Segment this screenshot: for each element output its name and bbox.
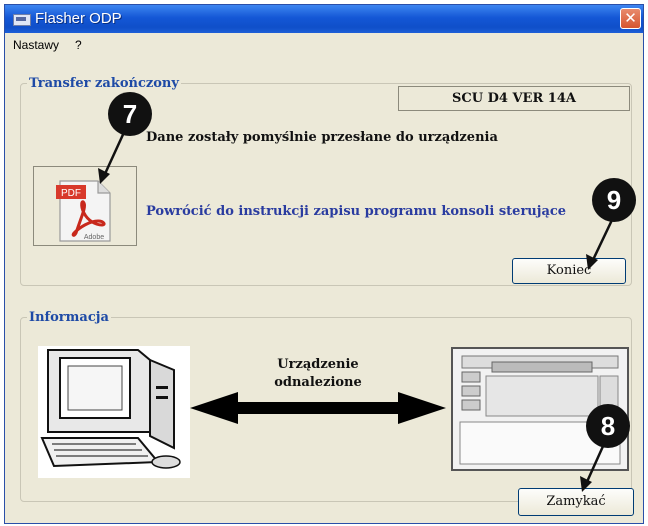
success-message: Dane zostały pomyślnie przesłane do urzą…: [146, 130, 498, 145]
end-button[interactable]: Koniec: [512, 258, 626, 284]
pdf-document-button[interactable]: PDF Adobe: [33, 166, 137, 246]
callout-9: 9: [592, 178, 636, 222]
computer-illustration: [38, 346, 190, 478]
app-icon: [13, 14, 31, 26]
instructions-link[interactable]: Powrócić do instrukcji zapisu programu k…: [146, 204, 566, 219]
transfer-legend: Transfer zakończony: [29, 76, 179, 91]
menu-item-nastawy[interactable]: Nastawy: [13, 38, 59, 52]
pdf-icon: PDF Adobe: [56, 180, 111, 242]
pdf-badge-label: PDF: [61, 188, 81, 199]
callout-7: 7: [108, 92, 152, 136]
adobe-label: Adobe: [84, 234, 104, 241]
window-title: Flasher ODP: [35, 10, 122, 27]
device-found-label: Urządzenie odnalezione: [238, 356, 398, 392]
callout-8: 8: [586, 404, 630, 448]
menu-item-help[interactable]: ?: [75, 38, 82, 52]
close-window-button[interactable]: ✕: [620, 8, 641, 29]
device-found-line2: odnalezione: [274, 375, 362, 390]
version-field: SCU D4 VER 14A: [398, 86, 630, 111]
information-legend: Informacja: [29, 310, 109, 325]
device-found-line1: Urządzenie: [277, 357, 359, 372]
menu-bar: Nastawy ?: [5, 33, 643, 55]
close-button[interactable]: Zamykać: [518, 488, 634, 516]
title-bar[interactable]: Flasher ODP ✕: [5, 5, 643, 33]
